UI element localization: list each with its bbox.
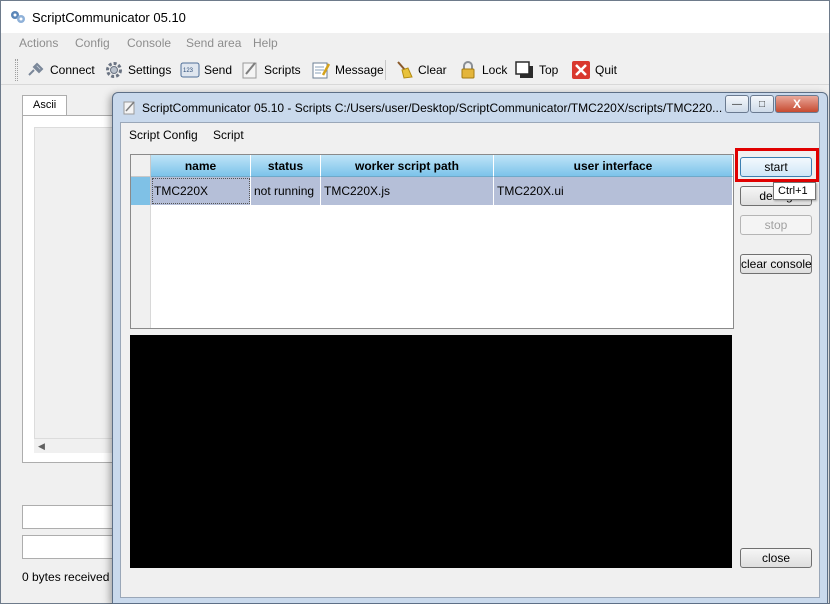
clear-label: Clear [418, 63, 447, 77]
main-window-title: ScriptCommunicator 05.10 [32, 10, 186, 25]
script-pen-icon [123, 101, 135, 115]
table-cell-worker-script-path[interactable]: TMC220X.js [321, 177, 494, 205]
top-button[interactable]: Top [515, 58, 558, 82]
scroll-left-arrow-icon[interactable]: ◀ [38, 441, 45, 452]
ascii-console-text[interactable] [34, 127, 124, 439]
highlight-annotation-box [735, 148, 819, 182]
clear-button[interactable]: Clear [394, 58, 447, 82]
top-label: Top [539, 63, 559, 77]
row-header-empty-area [131, 205, 151, 328]
plug-icon [28, 62, 44, 76]
close-icon: X [792, 97, 801, 111]
send-input-field-secondary[interactable] [22, 535, 122, 559]
bytes-received-status: 0 bytes received (0 [22, 570, 117, 584]
svg-text:123: 123 [183, 68, 194, 74]
keypad-icon: 123 [180, 62, 200, 78]
send-label: Send [204, 63, 233, 77]
main-titlebar: ScriptCommunicator 05.10 [1, 1, 829, 33]
table-cell-name[interactable]: TMC220X [151, 177, 251, 205]
lock-button[interactable]: Lock [458, 58, 507, 82]
scripts-label: Scripts [264, 63, 301, 77]
tab-ascii[interactable]: Ascii [22, 95, 67, 116]
app-logo-icon [11, 11, 25, 23]
main-toolbar: Connect Settings 123 Send Scripts Messag… [1, 55, 829, 85]
close-window-button[interactable]: X [775, 95, 819, 113]
settings-button[interactable]: Settings [104, 58, 171, 82]
send-button[interactable]: 123 Send [180, 58, 232, 82]
broom-icon [397, 61, 413, 79]
menu-console[interactable]: Console [127, 36, 171, 50]
start-shortcut-tooltip: Ctrl+1 [773, 182, 816, 200]
column-header-user-interface[interactable]: user interface [494, 155, 733, 177]
stop-button[interactable]: stop [740, 215, 812, 235]
menu-send-area[interactable]: Send area [186, 36, 241, 50]
menu-script-config[interactable]: Script Config [129, 128, 198, 142]
menu-actions[interactable]: Actions [19, 36, 58, 50]
menu-help[interactable]: Help [253, 36, 278, 50]
send-input-field[interactable] [22, 505, 122, 529]
quit-button[interactable]: Quit [571, 58, 617, 82]
minimize-button[interactable]: — [725, 95, 749, 113]
scripts-button[interactable]: Scripts [240, 58, 301, 82]
lock-label: Lock [482, 63, 508, 77]
maximize-icon: □ [758, 98, 766, 110]
table-corner[interactable] [131, 155, 151, 177]
close-button[interactable]: close [740, 548, 812, 568]
menu-script[interactable]: Script [213, 128, 244, 142]
scripts-dialog-title: ScriptCommunicator 05.10 - Scripts C:/Us… [142, 101, 722, 115]
scripts-menubar: Script Config Script [121, 123, 819, 147]
menu-config[interactable]: Config [75, 36, 110, 50]
gear-icon [106, 62, 122, 78]
quit-label: Quit [595, 63, 618, 77]
scripts-dialog-client: Script Config Script name status worker … [120, 122, 820, 598]
scripts-table: name status worker script path user inte… [130, 154, 734, 329]
window-on-top-icon [515, 61, 533, 78]
toolbar-separator [385, 60, 386, 80]
table-cell-status[interactable]: not running [251, 177, 321, 205]
connect-button[interactable]: Connect [26, 58, 95, 82]
maximize-button[interactable]: □ [750, 95, 774, 113]
toolbar-grip[interactable] [15, 59, 18, 81]
scripts-dialog-titlebar[interactable]: ScriptCommunicator 05.10 - Scripts C:/Us… [113, 93, 827, 121]
scripts-dialog: ScriptCommunicator 05.10 - Scripts C:/Us… [112, 92, 828, 604]
column-header-name[interactable]: name [151, 155, 251, 177]
message-label: Message [335, 63, 384, 77]
lock-icon [461, 61, 475, 79]
close-red-icon [572, 61, 590, 79]
settings-label: Settings [128, 63, 172, 77]
minimize-icon: — [732, 98, 742, 110]
column-header-status[interactable]: status [251, 155, 321, 177]
main-menubar: Actions Config Console Send area Help [1, 34, 829, 54]
message-button[interactable]: Message [311, 58, 384, 82]
connect-label: Connect [50, 63, 95, 77]
script-pen-icon [242, 62, 257, 79]
ascii-horizontal-scrollbar[interactable]: ◀ [34, 439, 124, 453]
table-cell-user-interface[interactable]: TMC220X.ui [494, 177, 733, 205]
notepad-icon [312, 62, 331, 79]
clear-console-button[interactable]: clear console [740, 254, 812, 274]
script-console-output[interactable] [130, 335, 732, 568]
row-header[interactable] [131, 177, 151, 205]
column-header-worker-script-path[interactable]: worker script path [321, 155, 494, 177]
